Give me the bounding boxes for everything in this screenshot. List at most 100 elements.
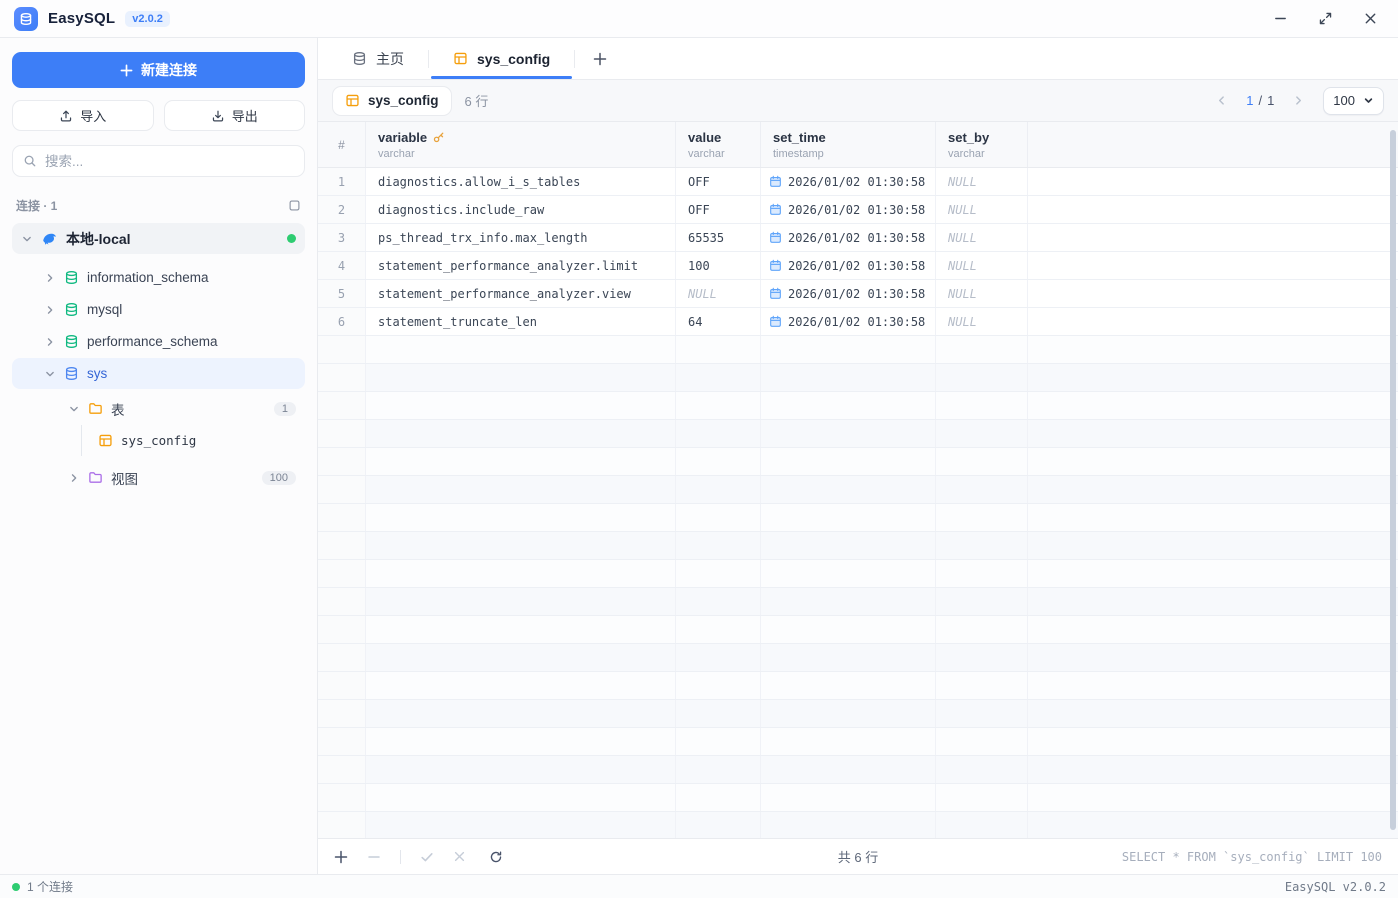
next-page-button[interactable] <box>1292 94 1305 107</box>
prev-page-button[interactable] <box>1215 94 1228 107</box>
sql-statement-label: SELECT * FROM `sys_config` LIMIT 100 <box>1122 850 1382 864</box>
export-button[interactable]: 导出 <box>164 100 306 131</box>
grid-footer: 共 6 行 SELECT * FROM `sys_config` LIMIT 1… <box>318 838 1398 874</box>
chevron-right-icon[interactable] <box>44 336 56 348</box>
cell-set-time[interactable]: 2026/01/02 01:30:58 <box>761 168 936 195</box>
table-chip[interactable]: sys_config <box>332 86 452 116</box>
sidebar-item-information-schema[interactable]: information_schema <box>12 262 305 293</box>
connection-name: 本地-local <box>66 229 131 249</box>
empty-row <box>318 336 1398 364</box>
cell-set-by[interactable]: NULL <box>936 280 1028 307</box>
delete-row-button[interactable] <box>367 850 381 864</box>
chevron-right-icon[interactable] <box>68 472 80 484</box>
cell-set-time[interactable]: 2026/01/02 01:30:58 <box>761 224 936 251</box>
vertical-scrollbar[interactable] <box>1390 130 1396 830</box>
refresh-button[interactable] <box>489 850 503 864</box>
connection-status-dot <box>12 883 20 891</box>
cell-value[interactable]: OFF <box>676 196 761 223</box>
app-logo-database-icon <box>14 7 38 31</box>
empty-row <box>318 616 1398 644</box>
table-row[interactable]: 4 statement_performance_analyzer.limit 1… <box>318 252 1398 280</box>
sidebar-item-sys[interactable]: sys <box>12 358 305 389</box>
cell-value[interactable]: 100 <box>676 252 761 279</box>
discard-changes-button[interactable] <box>453 850 466 863</box>
add-row-button[interactable] <box>334 850 348 864</box>
table-row[interactable]: 1 diagnostics.allow_i_s_tables OFF 2026/… <box>318 168 1398 196</box>
cell-variable[interactable]: ps_thread_trx_info.max_length <box>366 224 676 251</box>
data-toolbar: sys_config 6 行 1/1 100 <box>318 80 1398 122</box>
status-bar: 1 个连接 EasySQL v2.0.2 <box>0 874 1398 898</box>
column-header-set-time[interactable]: set_time timestamp <box>761 122 936 167</box>
tab-home[interactable]: 主页 <box>328 38 428 79</box>
empty-row <box>318 504 1398 532</box>
calendar-icon <box>769 259 782 272</box>
calendar-icon <box>769 175 782 188</box>
chevron-down-icon[interactable] <box>68 403 80 415</box>
connections-count-label: 连接 · 1 <box>16 197 57 214</box>
column-header-variable[interactable]: variable varchar <box>366 122 676 167</box>
cell-variable[interactable]: statement_performance_analyzer.limit <box>366 252 676 279</box>
close-button[interactable] <box>1363 11 1378 26</box>
sidebar-item-tables-folder[interactable]: 表 1 <box>12 393 305 424</box>
empty-row <box>318 812 1398 838</box>
tab-sys-config[interactable]: sys_config <box>429 38 574 79</box>
minimize-button[interactable] <box>1273 11 1288 26</box>
sidebar-item-views-folder[interactable]: 视图 100 <box>12 462 305 493</box>
empty-row <box>318 532 1398 560</box>
column-header-filler <box>1028 122 1398 167</box>
connection-tree: 本地-local information_schema mysql <box>12 223 305 874</box>
cell-variable[interactable]: statement_truncate_len <box>366 308 676 335</box>
connection-item-local[interactable]: 本地-local <box>12 223 305 254</box>
search-input[interactable] <box>45 154 294 169</box>
cell-value[interactable]: 64 <box>676 308 761 335</box>
calendar-icon <box>769 231 782 244</box>
cell-variable[interactable]: diagnostics.allow_i_s_tables <box>366 168 676 195</box>
cell-value[interactable]: OFF <box>676 168 761 195</box>
cell-value[interactable]: NULL <box>676 280 761 307</box>
commit-changes-button[interactable] <box>420 850 434 864</box>
new-connection-button[interactable]: 新建连接 <box>12 52 305 88</box>
cell-set-time[interactable]: 2026/01/02 01:30:58 <box>761 252 936 279</box>
cell-variable[interactable]: diagnostics.include_raw <box>366 196 676 223</box>
page-size-select[interactable]: 100 <box>1323 87 1384 115</box>
cell-set-by[interactable]: NULL <box>936 196 1028 223</box>
cell-set-by[interactable]: NULL <box>936 224 1028 251</box>
cell-set-by[interactable]: NULL <box>936 252 1028 279</box>
cell-set-by[interactable]: NULL <box>936 308 1028 335</box>
empty-row <box>318 588 1398 616</box>
sidebar-item-performance-schema[interactable]: performance_schema <box>12 326 305 357</box>
total-rows-label: 共 6 行 <box>838 847 878 866</box>
chevron-right-icon[interactable] <box>44 272 56 284</box>
table-row[interactable]: 5 statement_performance_analyzer.view NU… <box>318 280 1398 308</box>
sidebar-item-sys-config-table[interactable]: sys_config <box>82 425 305 456</box>
import-button[interactable]: 导入 <box>12 100 154 131</box>
cell-set-time[interactable]: 2026/01/02 01:30:58 <box>761 280 936 307</box>
column-header-value[interactable]: value varchar <box>676 122 761 167</box>
cell-variable[interactable]: statement_performance_analyzer.view <box>366 280 676 307</box>
add-tab-button[interactable] <box>575 38 625 79</box>
cell-set-time[interactable]: 2026/01/02 01:30:58 <box>761 196 936 223</box>
column-header-set-by[interactable]: set_by varchar <box>936 122 1028 167</box>
status-version-label: EasySQL v2.0.2 <box>1285 880 1386 894</box>
sidebar-item-mysql[interactable]: mysql <box>12 294 305 325</box>
cell-set-time[interactable]: 2026/01/02 01:30:58 <box>761 308 936 335</box>
tab-bar: 主页 sys_config <box>318 38 1398 80</box>
collapse-panel-icon[interactable] <box>288 199 301 212</box>
table-row[interactable]: 6 statement_truncate_len 64 2026/01/02 0… <box>318 308 1398 336</box>
titlebar: EasySQL v2.0.2 <box>0 0 1398 38</box>
empty-row <box>318 560 1398 588</box>
empty-row <box>318 784 1398 812</box>
maximize-button[interactable] <box>1318 11 1333 26</box>
table-row[interactable]: 2 diagnostics.include_raw OFF 2026/01/02… <box>318 196 1398 224</box>
cell-value[interactable]: 65535 <box>676 224 761 251</box>
search-icon <box>23 154 37 168</box>
chevron-down-icon[interactable] <box>44 368 56 380</box>
chevron-right-icon[interactable] <box>44 304 56 316</box>
database-icon <box>64 270 79 285</box>
calendar-icon <box>769 315 782 328</box>
dolphin-icon <box>41 230 58 247</box>
cell-set-by[interactable]: NULL <box>936 168 1028 195</box>
empty-row <box>318 644 1398 672</box>
chevron-down-icon[interactable] <box>21 233 33 245</box>
table-row[interactable]: 3 ps_thread_trx_info.max_length 65535 20… <box>318 224 1398 252</box>
